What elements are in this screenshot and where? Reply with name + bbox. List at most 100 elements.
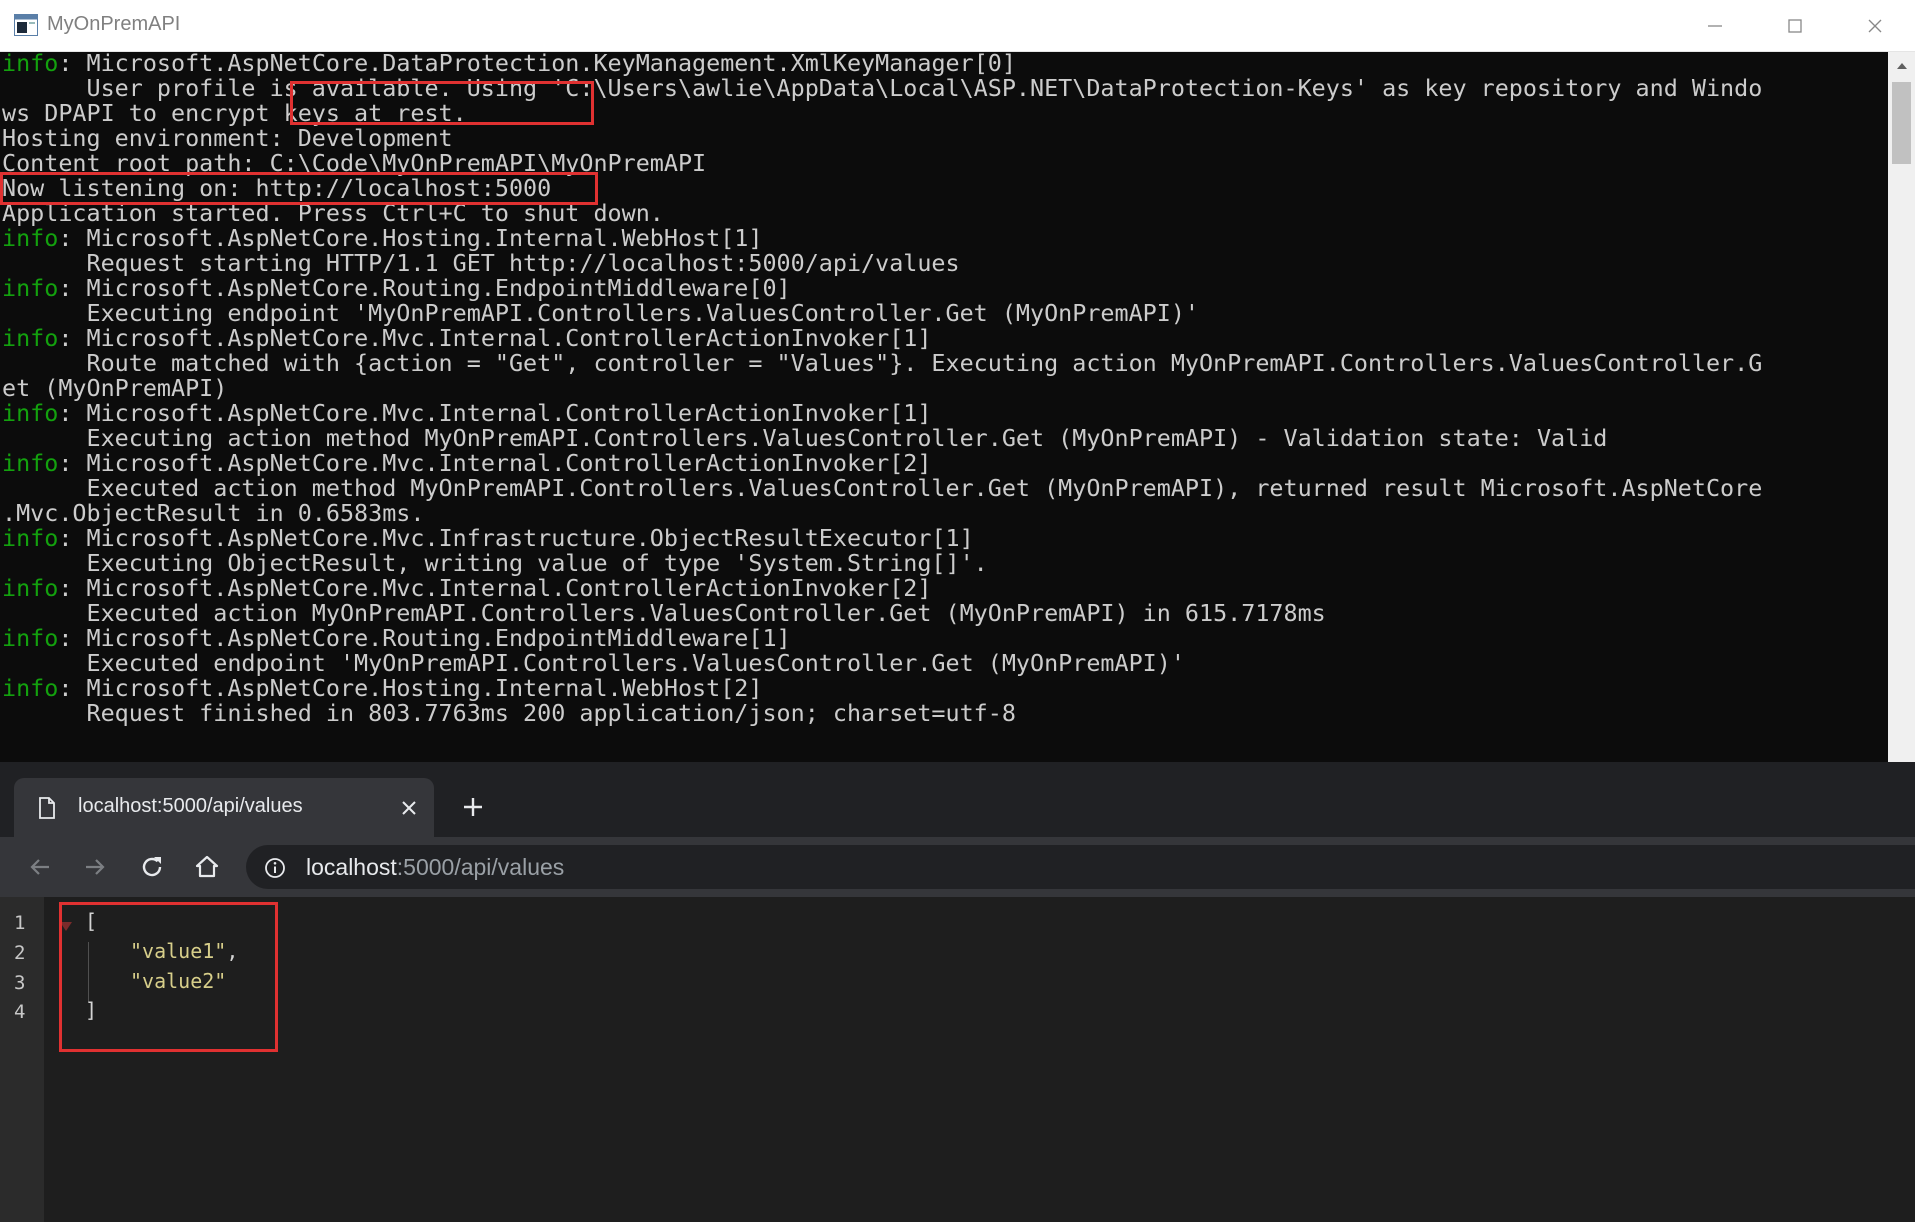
console-line: info: Microsoft.AspNetCore.Routing.Endpo…	[2, 276, 1878, 301]
console-line: Executing action method MyOnPremAPI.Cont…	[2, 426, 1878, 451]
home-button[interactable]	[187, 847, 227, 887]
console-line: info: Microsoft.AspNetCore.Routing.Endpo…	[2, 626, 1878, 651]
maximize-button[interactable]	[1755, 0, 1835, 52]
line-number: 3	[14, 972, 26, 994]
log-text: .Mvc.ObjectResult in 0.6583ms.	[2, 499, 425, 527]
plus-icon	[464, 798, 482, 816]
log-level-info: info	[2, 274, 59, 302]
log-text: Executed action MyOnPremAPI.Controllers.…	[2, 599, 1326, 627]
address-bar[interactable]: localhost:5000/api/values	[246, 845, 1915, 889]
console-line: Executed action method MyOnPremAPI.Contr…	[2, 476, 1878, 501]
console-line: Executed endpoint 'MyOnPremAPI.Controlle…	[2, 651, 1878, 676]
log-text: Hosting environment: Development	[2, 124, 453, 152]
tab-title: localhost:5000/api/values	[78, 795, 303, 817]
minimize-icon	[1708, 25, 1722, 27]
info-icon[interactable]	[264, 857, 286, 879]
log-text: : Microsoft.AspNetCore.Hosting.Internal.…	[58, 224, 763, 252]
forward-button[interactable]	[75, 847, 115, 887]
reload-icon	[142, 857, 162, 877]
log-level-info: info	[2, 449, 59, 477]
log-text: Route matched with {action = "Get", cont…	[2, 349, 1763, 377]
log-text: Executed endpoint 'MyOnPremAPI.Controlle…	[2, 649, 1185, 677]
log-text: : Microsoft.AspNetCore.Hosting.Internal.…	[58, 674, 763, 702]
home-icon	[195, 855, 219, 878]
window-title: MyOnPremAPI	[47, 13, 181, 35]
json-viewer: 1 2 3 4 [ "value1", "value2" ]	[0, 897, 1915, 1222]
browser-window: localhost:5000/api/values localhost:5000…	[0, 762, 1915, 1222]
url-host: localhost	[306, 854, 397, 880]
scrollbar-thumb[interactable]	[1892, 82, 1911, 164]
log-text: : Microsoft.AspNetCore.Routing.EndpointM…	[58, 274, 791, 302]
console-app-icon	[14, 14, 38, 36]
console-line: info: Microsoft.AspNetCore.Mvc.Infrastru…	[2, 526, 1878, 551]
line-number: 1	[14, 912, 26, 934]
file-icon	[39, 797, 55, 819]
line-number-gutter: 1 2 3 4	[0, 897, 44, 1222]
tab-strip: localhost:5000/api/values	[0, 762, 1915, 837]
console-window: MyOnPremAPI info: Microsoft.AspNetCore.D…	[0, 0, 1915, 762]
log-level-info: info	[2, 674, 59, 702]
console-log: info: Microsoft.AspNetCore.DataProtectio…	[2, 51, 1878, 726]
log-level-info: info	[2, 624, 59, 652]
console-line: info: Microsoft.AspNetCore.Hosting.Inter…	[2, 676, 1878, 701]
maximize-icon	[1788, 19, 1802, 33]
console-line: Request starting HTTP/1.1 GET http://loc…	[2, 251, 1878, 276]
log-level-info: info	[2, 574, 59, 602]
new-tab-button[interactable]	[458, 792, 488, 822]
log-text: et (MyOnPremAPI)	[2, 374, 228, 402]
console-line: Executing endpoint 'MyOnPremAPI.Controll…	[2, 301, 1878, 326]
console-line: ws DPAPI to encrypt keys at rest.	[2, 101, 1878, 126]
minimize-button[interactable]	[1675, 0, 1755, 52]
log-text: Executing endpoint 'MyOnPremAPI.Controll…	[2, 299, 1199, 327]
highlight-listening-line	[0, 172, 598, 205]
console-output[interactable]: info: Microsoft.AspNetCore.DataProtectio…	[2, 51, 1878, 762]
scroll-up-button[interactable]	[1888, 52, 1915, 80]
back-button[interactable]	[20, 847, 60, 887]
url-path: :5000/api/values	[396, 854, 565, 880]
console-scrollbar[interactable]	[1888, 52, 1915, 762]
log-level-info: info	[2, 224, 59, 252]
console-line: Executing ObjectResult, writing value of…	[2, 551, 1878, 576]
scroll-up-arrow-icon	[1896, 63, 1907, 69]
log-text: User profile is available. Using 'C:\Use…	[2, 74, 1763, 102]
close-button[interactable]	[1835, 0, 1915, 52]
console-line: Route matched with {action = "Get", cont…	[2, 351, 1878, 376]
tab-close-icon	[402, 801, 416, 815]
line-number: 4	[14, 1001, 26, 1023]
console-line: Hosting environment: Development	[2, 126, 1878, 151]
log-level-info: info	[2, 399, 59, 427]
log-text: : Microsoft.AspNetCore.Mvc.Internal.Cont…	[58, 324, 932, 352]
back-arrow-icon	[30, 859, 49, 875]
forward-arrow-icon	[86, 859, 105, 875]
url-text[interactable]: localhost:5000/api/values	[306, 854, 564, 881]
reload-button[interactable]	[132, 847, 172, 887]
highlight-url	[290, 81, 594, 125]
console-line: info: Microsoft.AspNetCore.Mvc.Internal.…	[2, 326, 1878, 351]
log-text: Executing ObjectResult, writing value of…	[2, 549, 988, 577]
close-icon	[1868, 19, 1882, 33]
log-text: Request starting HTTP/1.1 GET http://loc…	[2, 249, 960, 277]
console-titlebar[interactable]: MyOnPremAPI	[0, 0, 1915, 52]
log-level-info: info	[2, 524, 59, 552]
log-level-info: info	[2, 324, 59, 352]
tab-close-button[interactable]	[396, 795, 422, 821]
console-line: info: Microsoft.AspNetCore.Hosting.Inter…	[2, 226, 1878, 251]
highlight-json-response	[59, 902, 278, 1052]
log-text: : Microsoft.AspNetCore.Routing.EndpointM…	[58, 624, 791, 652]
log-text: : Microsoft.AspNetCore.Mvc.Internal.Cont…	[58, 449, 932, 477]
log-text: Request finished in 803.7763ms 200 appli…	[2, 699, 1016, 727]
screen: MyOnPremAPI info: Microsoft.AspNetCore.D…	[0, 0, 1915, 1222]
log-text: : Microsoft.AspNetCore.Mvc.Internal.Cont…	[58, 574, 932, 602]
log-text: Executing action method MyOnPremAPI.Cont…	[2, 424, 1608, 452]
console-line: .Mvc.ObjectResult in 0.6583ms.	[2, 501, 1878, 526]
browser-tab[interactable]: localhost:5000/api/values	[14, 778, 434, 837]
console-line: et (MyOnPremAPI)	[2, 376, 1878, 401]
console-line: info: Microsoft.AspNetCore.Mvc.Internal.…	[2, 451, 1878, 476]
console-line: info: Microsoft.AspNetCore.Mvc.Internal.…	[2, 576, 1878, 601]
console-line: Executed action MyOnPremAPI.Controllers.…	[2, 601, 1878, 626]
console-line: User profile is available. Using 'C:\Use…	[2, 76, 1878, 101]
log-text: : Microsoft.AspNetCore.Mvc.Infrastructur…	[58, 524, 974, 552]
log-text: Executed action method MyOnPremAPI.Contr…	[2, 474, 1763, 502]
log-text: : Microsoft.AspNetCore.Mvc.Internal.Cont…	[58, 399, 932, 427]
console-line: info: Microsoft.AspNetCore.DataProtectio…	[2, 51, 1878, 76]
